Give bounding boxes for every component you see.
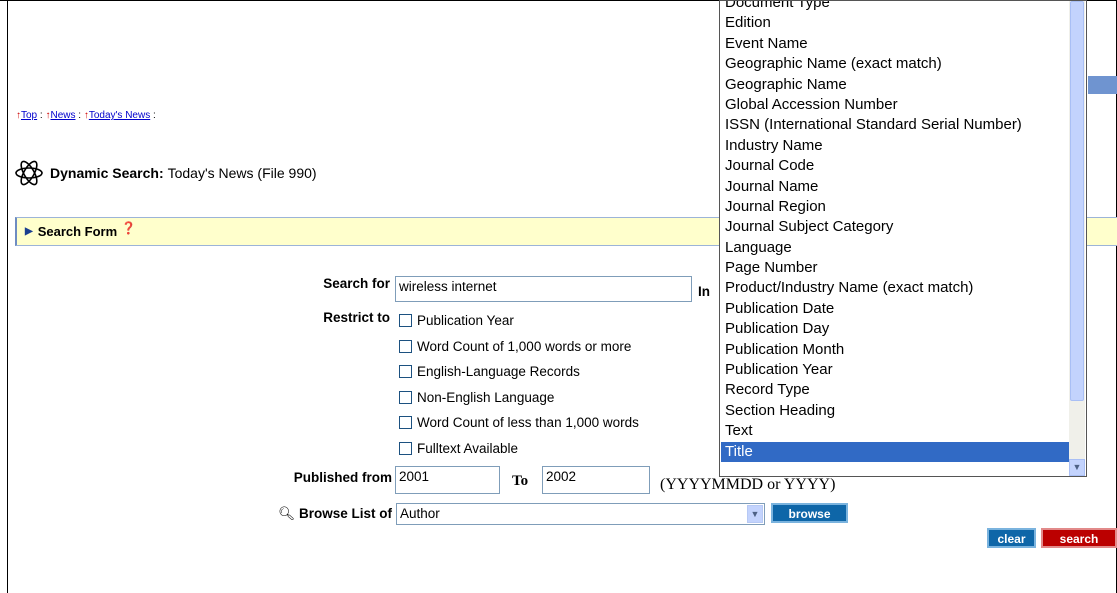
restrict-option[interactable]: Word Count of less than 1,000 words (399, 415, 639, 430)
list-item[interactable]: Journal Subject Category (721, 217, 1070, 237)
list-item[interactable]: Publication Year (721, 360, 1070, 380)
browse-button[interactable]: browse (771, 503, 848, 523)
restrict-option[interactable]: Word Count of 1,000 words or more (399, 339, 631, 354)
checkbox[interactable] (399, 314, 412, 327)
list-item[interactable]: Journal Name (721, 177, 1070, 197)
breadcrumb-todays-news-link[interactable]: Today's News (89, 110, 150, 121)
checkbox[interactable] (399, 340, 412, 353)
scrollbar-thumb[interactable] (1070, 1, 1084, 401)
triangle-right-icon: ▶ (25, 226, 33, 237)
list-item[interactable]: Journal Code (721, 156, 1070, 176)
list-item[interactable]: Product/Industry Name (exact match) (721, 278, 1070, 298)
field-dropdown-list[interactable]: Document Type Edition Event Name Geograp… (719, 0, 1087, 477)
breadcrumb-separator: : (39, 110, 43, 121)
list-item[interactable]: ISSN (International Standard Serial Numb… (721, 115, 1070, 135)
list-item[interactable]: Text (721, 421, 1070, 441)
breadcrumb-news-link[interactable]: News (50, 110, 75, 121)
list-item[interactable]: Geographic Name (exact match) (721, 54, 1070, 74)
list-item[interactable]: Page Number (721, 258, 1070, 278)
field-options: Document Type Edition Event Name Geograp… (721, 1, 1070, 462)
list-item[interactable]: Language (721, 238, 1070, 258)
magnifier-icon: 🔍︎ (278, 506, 296, 521)
search-form-label: Search Form (37, 224, 118, 239)
published-from-input[interactable]: 2001 (395, 466, 500, 494)
browse-list-label: 🔍︎ Browse List of (250, 506, 392, 522)
restrict-option[interactable]: Fulltext Available (399, 441, 518, 456)
list-item[interactable]: Geographic Name (721, 75, 1070, 95)
help-icon[interactable]: ❓ (121, 221, 136, 235)
list-item[interactable]: Journal Region (721, 197, 1070, 217)
scrollbar[interactable]: ▼ (1069, 1, 1085, 476)
restrict-option[interactable]: Non-English Language (399, 390, 554, 405)
list-item-selected[interactable]: Title (721, 441, 1070, 462)
browse-list-value: Author (400, 506, 440, 521)
chevron-down-icon[interactable]: ▼ (1069, 459, 1085, 476)
list-item[interactable]: Global Accession Number (721, 95, 1070, 115)
checkbox[interactable] (399, 391, 412, 404)
published-from-label: Published from (293, 470, 392, 485)
page-title: Dynamic Search: Today's News (File 990) (14, 158, 317, 188)
search-for-label: Search for (323, 276, 390, 291)
list-item[interactable]: Publication Date (721, 299, 1070, 319)
page-title-label: Dynamic Search: (50, 165, 164, 181)
published-to-input[interactable]: 2002 (542, 466, 650, 494)
breadcrumb-separator: : (78, 110, 82, 121)
breadcrumb: ↑Top : ↑News : ↑Today's News : (16, 110, 156, 121)
checkbox-label: Fulltext Available (417, 441, 519, 456)
list-item[interactable]: Industry Name (721, 136, 1070, 156)
checkbox-label: Non-English Language (417, 390, 555, 405)
atom-icon (15, 160, 43, 186)
in-label: In (698, 284, 710, 299)
list-item[interactable]: Section Heading (721, 401, 1070, 421)
checkbox-label: Word Count of 1,000 words or more (417, 339, 632, 354)
list-item[interactable]: Document Type (721, 1, 1070, 13)
checkbox[interactable] (399, 442, 412, 455)
search-input[interactable]: wireless internet (395, 276, 692, 302)
list-item[interactable]: Record Type (721, 380, 1070, 400)
checkbox[interactable] (399, 416, 412, 429)
checkbox-label: Word Count of less than 1,000 words (417, 415, 639, 430)
to-label: To (512, 473, 529, 489)
list-item[interactable]: Publication Month (721, 340, 1070, 360)
date-format-hint: (YYYYMMDD or YYYY) (660, 476, 836, 493)
search-button[interactable]: search (1041, 528, 1117, 548)
restrict-option[interactable]: Publication Year (399, 313, 514, 328)
breadcrumb-separator: : (153, 110, 156, 121)
header-bar-fragment (1088, 76, 1117, 94)
checkbox-label: English-Language Records (417, 364, 580, 379)
clear-button[interactable]: clear (987, 528, 1036, 548)
list-item[interactable]: Edition (721, 13, 1070, 33)
list-item[interactable]: Event Name (721, 34, 1070, 54)
breadcrumb-top-link[interactable]: Top (21, 110, 37, 121)
page-title-value: Today's News (File 990) (167, 165, 317, 181)
checkbox[interactable] (399, 365, 412, 378)
browse-list-select[interactable]: Author ▼ (396, 503, 765, 525)
restrict-option[interactable]: English-Language Records (399, 364, 580, 379)
list-item[interactable]: Publication Day (721, 319, 1070, 339)
restrict-to-label: Restrict to (323, 310, 390, 325)
browse-list-label-text: Browse List of (298, 506, 392, 521)
checkbox-label: Publication Year (417, 313, 514, 328)
chevron-down-icon[interactable]: ▼ (747, 505, 763, 523)
frame-left-line (7, 0, 8, 593)
